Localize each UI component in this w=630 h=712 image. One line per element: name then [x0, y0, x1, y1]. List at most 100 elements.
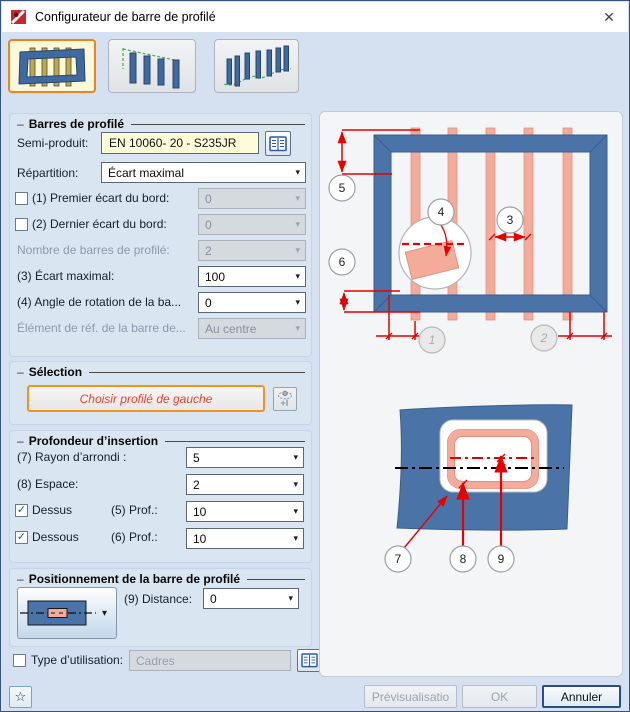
diagram-callout-9: 9 [487, 545, 515, 573]
first-gap-value: 0 [205, 191, 212, 206]
check-icon: ✓ [16, 504, 27, 516]
app-icon [10, 9, 26, 25]
group-title-text: Barres de profilé [28, 117, 125, 131]
window-title: Configurateur de barre de profilé [35, 10, 216, 24]
bar-count-select: 2 ▾ [198, 240, 306, 261]
semi-product-label: Semi-produit: [17, 136, 89, 150]
group-positioning-title: Positionnement de la barre de profilé [17, 572, 305, 586]
first-gap-select: 0 ▾ [198, 188, 306, 209]
fillet-radius-select[interactable]: 5 ▾ [186, 447, 304, 468]
chevron-down-icon: ▾ [295, 323, 300, 333]
svg-text:6: 6 [339, 255, 346, 269]
first-gap-label: (1) Premier écart du bord: [32, 191, 170, 205]
top-checkbox[interactable]: ✓ [15, 504, 28, 517]
cancel-button[interactable]: Annuler [542, 685, 621, 708]
usage-type-label: Type d’utilisation: [31, 653, 124, 667]
cross-section-diagram [395, 404, 573, 531]
toolbar-variant-curve-button[interactable] [214, 39, 299, 93]
semi-product-field[interactable]: EN 10060- 20 - S235JR [101, 132, 259, 154]
semi-product-catalog-button[interactable] [265, 131, 291, 156]
last-gap-select: 0 ▾ [198, 214, 306, 235]
group-profile-bars-title: Barres de profilé [17, 117, 305, 131]
close-icon: ✕ [603, 9, 615, 25]
pick-reference-button[interactable]: +I [273, 387, 297, 411]
favorites-button[interactable]: ☆ [9, 686, 32, 708]
chevron-down-icon: ▾ [295, 219, 300, 229]
repartition-label: Répartition: [17, 166, 79, 180]
space-label: (8) Espace: [17, 477, 79, 491]
toolbar-variant-row-button[interactable] [108, 39, 196, 93]
semi-product-value: EN 10060- 20 - S235JR [109, 136, 237, 150]
rotation-angle-select[interactable]: 0 ▾ [198, 292, 306, 313]
choose-left-profile-button[interactable]: Choisir profilé de gauche [27, 385, 265, 412]
ok-button-label: OK [490, 689, 509, 704]
frame-diagram [373, 127, 608, 321]
svg-text:+I: +I [281, 398, 289, 408]
rotation-magnifier [398, 216, 472, 290]
chevron-down-icon: ▾ [293, 506, 298, 516]
svg-text:2: 2 [540, 331, 548, 345]
chevron-down-icon: ▾ [295, 167, 300, 177]
star-icon: ☆ [14, 689, 27, 704]
group-title-text: Sélection [28, 365, 83, 379]
diagram-callout-7: 7 [384, 545, 412, 573]
close-button[interactable]: ✕ [596, 7, 622, 28]
max-gap-select[interactable]: 100 ▾ [198, 266, 306, 287]
chevron-down-icon: ▾ [288, 593, 293, 603]
chevron-down-icon: ▾ [293, 479, 298, 489]
chevron-down-icon: ▾ [293, 533, 298, 543]
diagram-callout-6: 6 [328, 248, 356, 276]
usage-type-checkbox[interactable] [13, 654, 26, 667]
group-title-rule [89, 371, 305, 373]
svg-text:4: 4 [438, 205, 445, 219]
bar-count-value: 2 [205, 243, 212, 258]
toolbar-variant-frame-button[interactable] [8, 39, 96, 93]
top-depth-value: 10 [193, 504, 207, 519]
space-value: 2 [193, 477, 200, 492]
bottom-depth-label: (6) Prof.: [111, 530, 158, 544]
repartition-value: Écart maximal [108, 165, 185, 180]
bottom-depth-value: 10 [193, 531, 207, 546]
group-title-rule [131, 123, 305, 125]
top-depth-select[interactable]: 10 ▾ [186, 501, 304, 522]
diagram-callout-8: 8 [449, 545, 477, 573]
fillet-radius-value: 5 [193, 450, 200, 465]
svg-text:5: 5 [339, 181, 346, 195]
group-title-text: Profondeur d’insertion [28, 434, 159, 448]
max-gap-value: 100 [205, 269, 226, 284]
first-gap-checkbox[interactable] [15, 192, 28, 205]
catalog-table-icon [269, 135, 287, 151]
usage-type-value: Cadres [136, 653, 175, 668]
choose-left-profile-label: Choisir profilé de gauche [79, 391, 213, 406]
bar-centered-position-icon [20, 600, 96, 626]
reference-element-label: Élément de réf. de la barre de... [17, 321, 186, 335]
last-gap-checkbox[interactable] [15, 218, 28, 231]
group-title-rule [165, 440, 305, 442]
usage-type-catalog-button[interactable] [297, 649, 321, 672]
repartition-select[interactable]: Écart maximal ▾ [101, 162, 306, 183]
group-insertion-depth-title: Profondeur d’insertion [17, 434, 305, 448]
titlebar: Configurateur de barre de profilé ✕ [2, 2, 628, 32]
top-label: Dessus [32, 503, 73, 517]
chevron-down-icon: ▾ [295, 193, 300, 203]
space-select[interactable]: 2 ▾ [186, 474, 304, 495]
reference-element-value: Au centre [205, 321, 257, 336]
last-gap-label: (2) Dernier écart du bord: [32, 217, 167, 231]
diagram-callout-1: 1 [418, 326, 446, 354]
bars-on-line-icon [122, 48, 180, 89]
catalog-table-icon [300, 653, 318, 668]
bottom-checkbox[interactable]: ✓ [15, 531, 28, 544]
distance-select[interactable]: 0 ▾ [203, 588, 299, 609]
chevron-down-icon: ▾ [293, 452, 298, 462]
position-mode-dropdown[interactable]: ▾ [17, 587, 117, 639]
chevron-down-icon: ▾ [295, 245, 300, 255]
ok-button: OK [462, 685, 537, 708]
svg-text:7: 7 [395, 552, 402, 566]
svg-text:1: 1 [429, 333, 436, 347]
svg-text:9: 9 [498, 552, 505, 566]
bottom-depth-select[interactable]: 10 ▾ [186, 528, 304, 549]
bar-count-label: Nombre de barres de profilé: [17, 243, 170, 257]
insert-reference-icon: +I [278, 390, 292, 408]
rotation-angle-value: 0 [205, 295, 212, 310]
group-title-rule [247, 578, 305, 580]
